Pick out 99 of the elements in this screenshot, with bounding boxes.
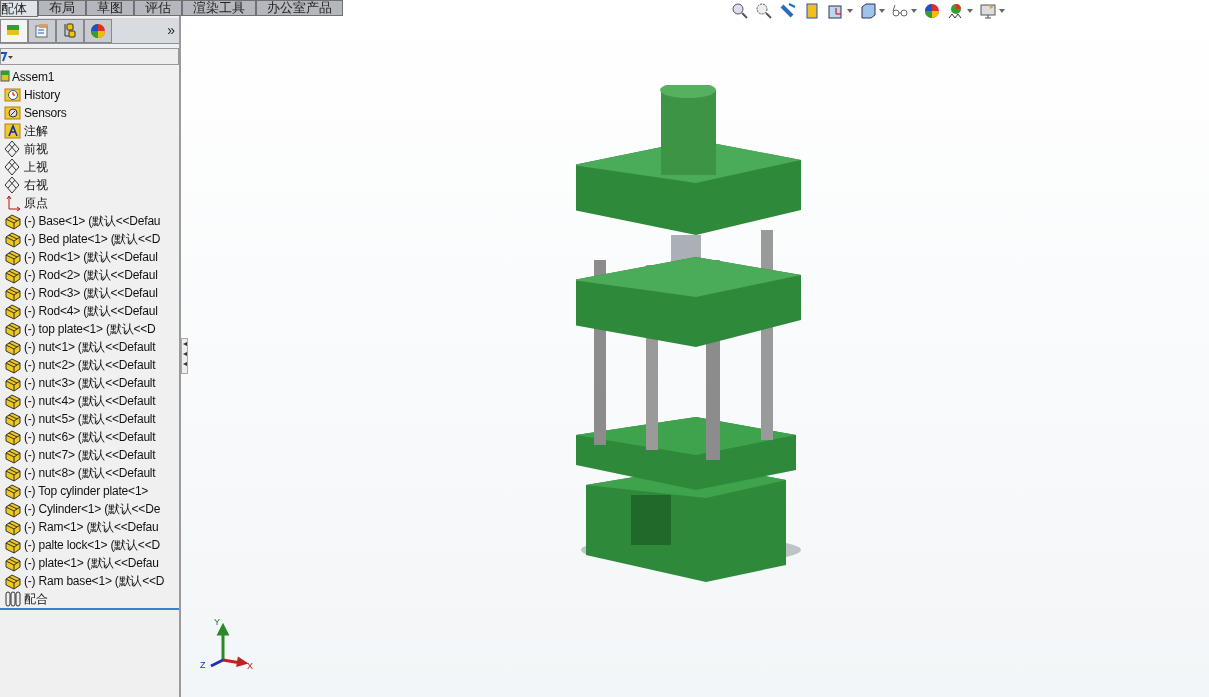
tree-item[interactable]: (-) nut<1> (默认<<Default	[24, 338, 156, 356]
zoom-area-button[interactable]	[755, 2, 773, 20]
axis-y-label: Y	[214, 616, 220, 629]
part-icon	[4, 392, 22, 410]
glasses-button[interactable]	[891, 2, 917, 20]
plane-icon	[4, 140, 22, 158]
more-tabs-button[interactable]: »	[167, 20, 175, 41]
part-icon	[4, 554, 22, 572]
tree-item[interactable]: History	[24, 86, 60, 104]
configuration-icon	[61, 21, 79, 40]
panel-tab[interactable]	[56, 18, 84, 43]
monitor-button[interactable]	[979, 2, 1005, 20]
tree-item[interactable]: (-) Bed plate<1> (默认<<D	[24, 230, 161, 248]
part-icon	[4, 356, 22, 374]
tree-item[interactable]: 注解	[24, 122, 48, 140]
dropdown-caret-icon	[847, 9, 853, 13]
panel-tab[interactable]	[28, 18, 56, 43]
color-wheel-icon	[89, 21, 107, 40]
command-tab[interactable]: 评估	[134, 0, 182, 16]
tree-item[interactable]: (-) Rod<1> (默认<<Defaul	[24, 248, 158, 266]
tree-item[interactable]: (-) nut<7> (默认<<Default	[24, 446, 156, 464]
plane-icon	[4, 158, 22, 176]
tree-item[interactable]: (-) Cylinder<1> (默认<<De	[24, 500, 161, 518]
panel-collapse-handle[interactable]	[181, 338, 188, 374]
tree-item[interactable]: (-) nut<6> (默认<<Default	[24, 428, 156, 446]
tree-item[interactable]: (-) plate<1> (默认<<Defau	[24, 554, 159, 572]
tree-item[interactable]: (-) Base<1> (默认<<Defau	[24, 212, 161, 230]
part-icon	[4, 248, 22, 266]
filter-icon	[1, 51, 13, 62]
view-orientation-button[interactable]	[827, 2, 853, 20]
tree-item[interactable]: 前视	[24, 140, 48, 158]
command-tab[interactable]: 配体	[0, 0, 38, 17]
gauge-folder-icon	[4, 104, 22, 122]
part-icon	[4, 284, 22, 302]
part-icon	[4, 374, 22, 392]
monitor-icon	[979, 2, 997, 20]
plane-icon	[4, 176, 22, 194]
appearance-ball-button[interactable]	[923, 2, 941, 20]
dropdown-caret-icon	[879, 9, 885, 13]
tree-item[interactable]: (-) nut<4> (默认<<Default	[24, 392, 156, 410]
tree-item[interactable]: (-) nut<5> (默认<<Default	[24, 410, 156, 428]
command-tab[interactable]: 办公室产品	[256, 0, 343, 16]
command-tab[interactable]: 渲染工具	[182, 0, 256, 16]
tree-item[interactable]: 上视	[24, 158, 48, 176]
paper-clip-icon	[4, 590, 22, 608]
tree-item[interactable]: 原点	[24, 194, 48, 212]
command-tab[interactable]: 草图	[86, 0, 134, 16]
tree-item[interactable]: (-) Rod<3> (默认<<Defaul	[24, 284, 158, 302]
origin-icon	[4, 194, 22, 212]
tree-item[interactable]: (-) top plate<1> (默认<<D	[24, 320, 156, 338]
axis-z-label: Z	[200, 659, 206, 672]
dropdown-caret-icon	[911, 9, 917, 13]
tree-item[interactable]: (-) Top cylinder plate<1>	[24, 482, 149, 500]
letter-a-folder-icon	[4, 122, 22, 140]
tree-item[interactable]: (-) palte lock<1> (默认<<D	[24, 536, 160, 554]
zoom-to-fit-button[interactable]	[731, 2, 749, 20]
part-icon	[4, 410, 22, 428]
part-icon	[4, 572, 22, 590]
part-icon	[4, 320, 22, 338]
display-style-cube-button[interactable]	[859, 2, 885, 20]
tree-item[interactable]: (-) nut<2> (默认<<Default	[24, 356, 156, 374]
part-icon	[4, 266, 22, 284]
tree-item[interactable]: Assem1	[12, 68, 55, 86]
part-icon	[4, 482, 22, 500]
part-icon	[4, 500, 22, 518]
tree-item[interactable]: 配合	[24, 590, 48, 608]
display-style-cube-icon	[859, 2, 877, 20]
tree-item[interactable]: (-) Ram base<1> (默认<<D	[24, 572, 165, 590]
axis-x-label: X	[247, 660, 253, 673]
panel-tab[interactable]	[84, 18, 112, 43]
dropdown-caret-icon	[999, 9, 1005, 13]
scene-button[interactable]	[947, 2, 973, 20]
tree-item[interactable]: (-) Ram<1> (默认<<Defau	[24, 518, 159, 536]
filter-field[interactable]	[0, 48, 179, 65]
part-icon	[4, 464, 22, 482]
part-icon	[4, 302, 22, 320]
part-icon	[4, 338, 22, 356]
glasses-icon	[891, 2, 909, 20]
tree-item[interactable]: Sensors	[24, 104, 67, 122]
part-icon	[4, 518, 22, 536]
tree-item[interactable]: (-) nut<3> (默认<<Default	[24, 374, 156, 392]
tree-item[interactable]: (-) nut<8> (默认<<Default	[24, 464, 156, 482]
tree-item[interactable]: (-) Rod<2> (默认<<Defaul	[24, 266, 158, 284]
appearance-ball-icon	[923, 2, 941, 20]
property-sheet-icon	[33, 21, 51, 40]
part-icon	[4, 446, 22, 464]
tree-item[interactable]: 右视	[24, 176, 48, 194]
command-tab[interactable]: 布局	[38, 0, 86, 16]
part-icon	[4, 428, 22, 446]
panel-tab[interactable]	[0, 18, 28, 43]
part-icon	[4, 230, 22, 248]
dropdown-caret-icon	[967, 9, 973, 13]
view-orientation-icon	[827, 2, 845, 20]
zoom-to-fit-icon	[731, 2, 749, 20]
zoom-area-icon	[755, 2, 773, 20]
tree-item[interactable]: (-) Rod<4> (默认<<Defaul	[24, 302, 158, 320]
part-icon	[4, 536, 22, 554]
part-icon	[4, 212, 22, 230]
clock-folder-icon	[4, 86, 22, 104]
